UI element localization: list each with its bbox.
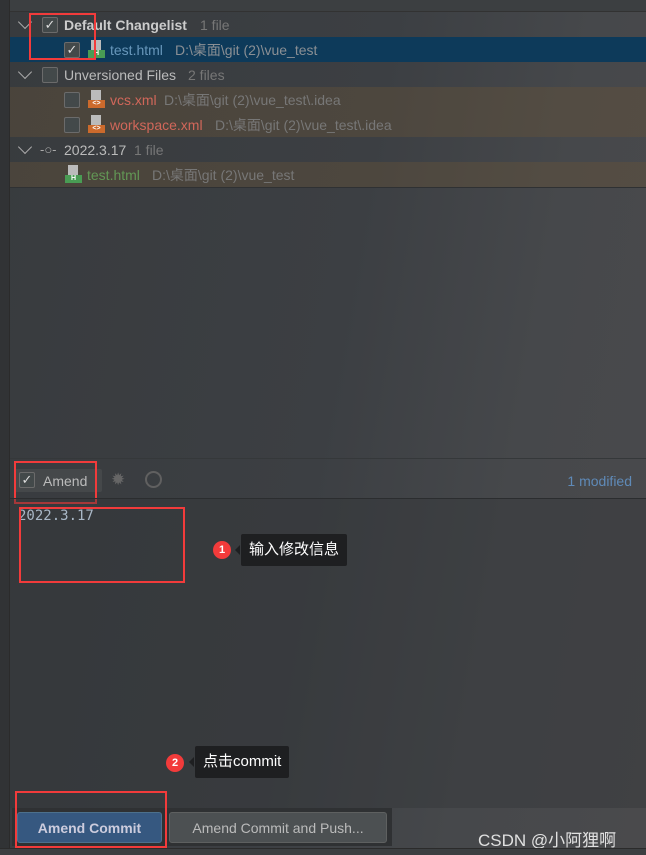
- tool-window-strip: [0, 0, 10, 855]
- file-name: test.html: [87, 166, 140, 183]
- xml-file-icon: <>: [87, 115, 105, 133]
- commit-name: 2022.3.17: [64, 141, 127, 158]
- gear-icon[interactable]: ✹: [111, 470, 125, 490]
- file-row[interactable]: <> workspace.xml D:\桌面\git (2)\vue_test\…: [10, 112, 646, 137]
- changes-toolbar: [10, 0, 646, 12]
- annotation-number: 1: [213, 541, 231, 559]
- annotation-callout: 输入修改信息: [234, 534, 348, 566]
- chevron-down-icon[interactable]: [17, 139, 33, 155]
- changelist-name: Unversioned Files: [64, 66, 177, 83]
- file-row[interactable]: ✓ H test.html D:\桌面\git (2)\vue_test: [10, 37, 646, 62]
- file-row[interactable]: H test.html D:\桌面\git (2)\vue_test: [10, 162, 646, 187]
- commit-count: 1 file: [134, 141, 164, 158]
- chevron-down-icon[interactable]: [17, 64, 33, 80]
- commit-icon: -○-: [40, 142, 57, 157]
- modified-count[interactable]: 1 modified: [567, 473, 632, 489]
- highlight-box: [29, 13, 96, 60]
- file-checkbox[interactable]: [64, 91, 80, 108]
- changelist-unversioned[interactable]: Unversioned Files 2 files: [10, 62, 646, 87]
- changelist-count: 2 files: [188, 66, 225, 83]
- annotation-number: 2: [166, 754, 184, 772]
- changelist-checkbox[interactable]: [42, 66, 58, 83]
- file-checkbox[interactable]: [64, 116, 80, 133]
- annotation-callout: 点击commit: [188, 746, 290, 778]
- file-name: vcs.xml: [110, 91, 157, 108]
- changelist-default[interactable]: ✓ Default Changelist 1 file: [10, 12, 646, 37]
- html-file-icon: H: [64, 165, 82, 183]
- xml-file-icon: <>: [87, 90, 105, 108]
- file-path: D:\桌面\git (2)\vue_test\.idea: [164, 91, 341, 108]
- file-path: D:\桌面\git (2)\vue_test\.idea: [215, 116, 392, 133]
- file-name: workspace.xml: [110, 116, 203, 133]
- clock-icon[interactable]: [145, 471, 162, 488]
- file-name: test.html: [110, 41, 163, 58]
- highlight-box: [19, 507, 185, 583]
- file-path: D:\桌面\git (2)\vue_test: [152, 166, 295, 183]
- changelist-count: 1 file: [200, 16, 230, 33]
- file-row[interactable]: <> vcs.xml D:\桌面\git (2)\vue_test\.idea: [10, 87, 646, 112]
- amend-commit-push-button[interactable]: Amend Commit and Push...: [169, 812, 387, 843]
- highlight-box: [15, 791, 167, 848]
- commit-node[interactable]: -○- 2022.3.17 1 file: [10, 137, 646, 162]
- status-bar: [0, 848, 646, 855]
- file-path: D:\桌面\git (2)\vue_test: [175, 41, 318, 58]
